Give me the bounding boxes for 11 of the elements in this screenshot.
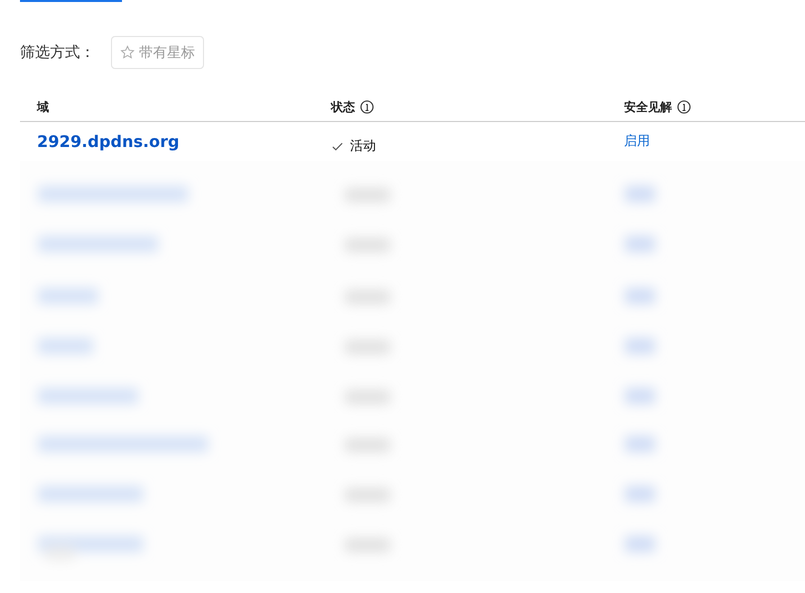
starred-filter-button[interactable]: 带有星标 (111, 36, 204, 69)
column-header: 安全见解 (624, 98, 672, 116)
info-icon[interactable] (677, 100, 691, 114)
status-text: 活动 (350, 138, 376, 155)
column-header: 域 (37, 98, 49, 116)
column-header: 状态 (331, 98, 355, 116)
domain-link[interactable]: 2929.dpdns.org (37, 132, 180, 150)
info-icon[interactable] (360, 100, 374, 114)
insight-link[interactable]: 启用 (624, 132, 650, 150)
star-icon (120, 45, 135, 60)
filter-label: 筛选方式： (20, 43, 95, 62)
